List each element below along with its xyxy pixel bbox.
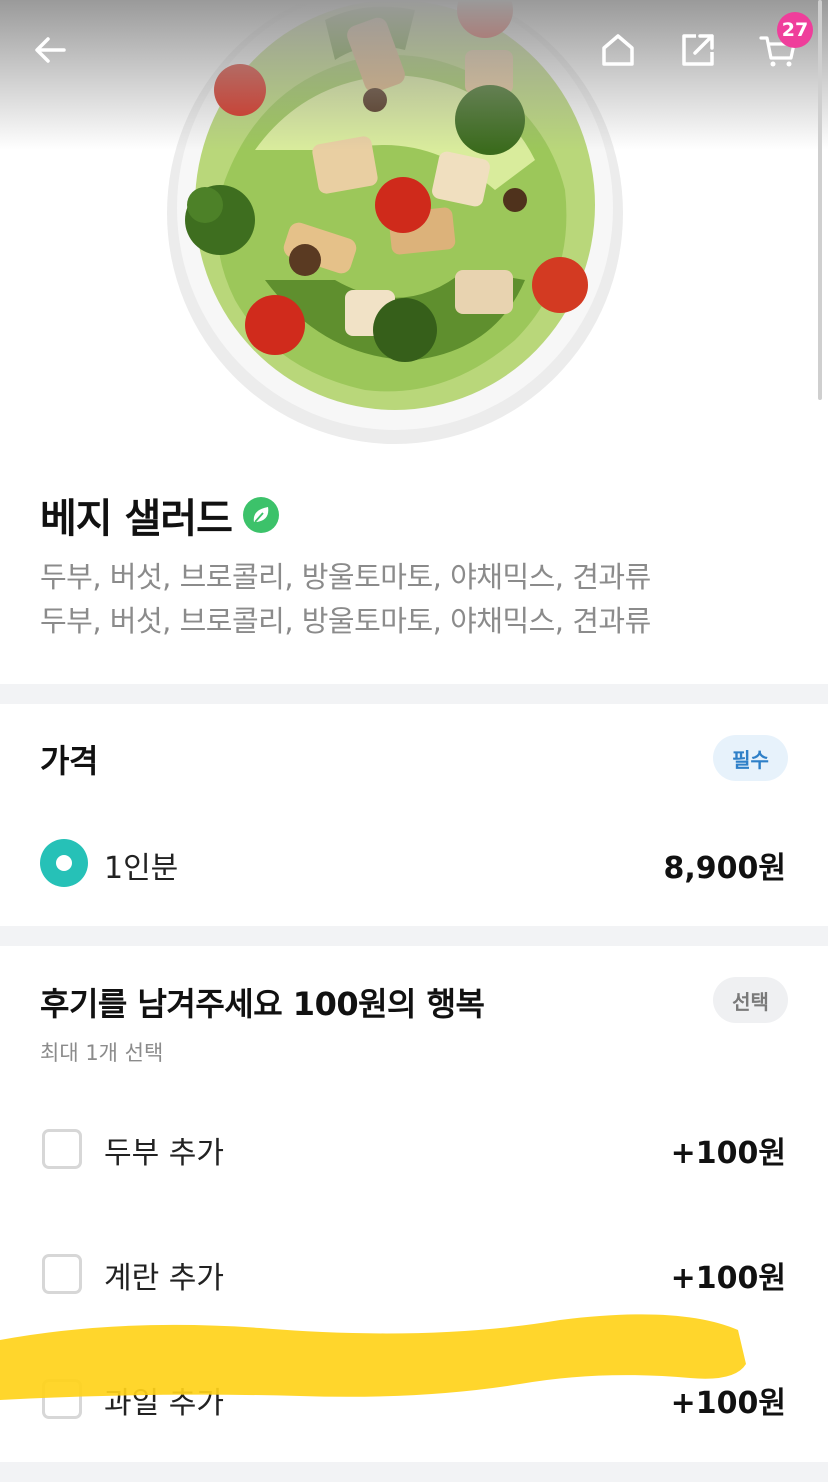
required-badge: 필수 bbox=[713, 735, 788, 781]
addon-label-egg[interactable]: 계란 추가 bbox=[104, 1253, 224, 1297]
share-icon bbox=[682, 34, 714, 66]
highlighter-stroke bbox=[0, 1314, 746, 1400]
section-divider bbox=[0, 684, 828, 704]
share-button[interactable] bbox=[672, 24, 724, 76]
leaf-icon bbox=[242, 497, 279, 533]
section-divider bbox=[0, 1462, 828, 1482]
optional-badge: 선택 bbox=[713, 977, 788, 1023]
home-button[interactable] bbox=[592, 24, 644, 76]
price-option-price: 8,900원 bbox=[663, 851, 787, 886]
product-title-row: 베지 샐러드 bbox=[40, 486, 280, 544]
description-line: 두부, 버섯, 브로콜리, 방울토마토, 야채믹스, 견과류 bbox=[40, 604, 651, 638]
addon-section-title: 후기를 남겨주세요 100원의 행복 bbox=[40, 985, 485, 1023]
section-divider bbox=[0, 926, 828, 946]
addon-price-tofu: +100원 bbox=[670, 1136, 786, 1171]
price-option-radio[interactable] bbox=[40, 839, 88, 887]
arrow-left-icon bbox=[35, 37, 66, 63]
addon-checkbox-tofu[interactable] bbox=[42, 1129, 82, 1169]
description-line: 두부, 버섯, 브로콜리, 방울토마토, 야채믹스, 견과류 bbox=[40, 560, 651, 594]
price-section-title: 가격 bbox=[40, 742, 98, 780]
addon-label-tofu[interactable]: 두부 추가 bbox=[104, 1128, 224, 1172]
radio-selected-dot bbox=[56, 855, 72, 871]
price-option-label[interactable]: 1인분 bbox=[104, 843, 178, 887]
product-hero: 27 bbox=[0, 0, 828, 445]
addon-price-egg: +100원 bbox=[670, 1261, 786, 1296]
back-button[interactable] bbox=[24, 24, 76, 76]
product-name: 베지 샐러드 bbox=[40, 496, 233, 542]
scrollbar[interactable] bbox=[818, 0, 822, 400]
addon-checkbox-egg[interactable] bbox=[42, 1254, 82, 1294]
cart-count-badge: 27 bbox=[777, 12, 813, 48]
product-description: 두부, 버섯, 브로콜리, 방울토마토, 야채믹스, 견과류 두부, 버섯, 브… bbox=[40, 555, 800, 643]
home-icon bbox=[602, 34, 634, 66]
addon-selection-note: 최대 1개 선택 bbox=[40, 1041, 164, 1065]
